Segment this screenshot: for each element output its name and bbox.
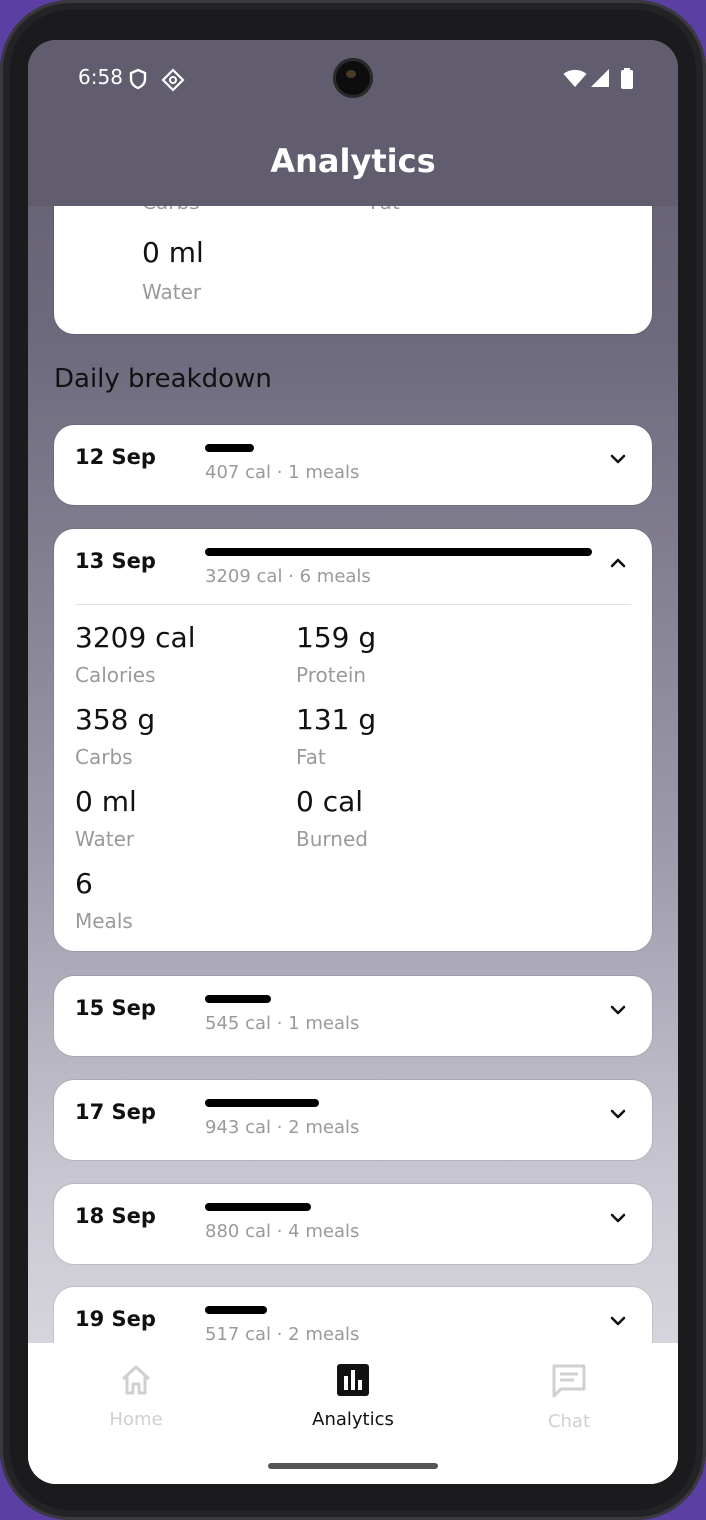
stat-protein-value: 159 g <box>296 621 377 654</box>
stat-fat-label: Fat <box>296 745 326 769</box>
stat-meals-label: Meals <box>75 909 133 933</box>
day-card-header[interactable]: 17 Sep 943 cal · 2 meals <box>54 1080 652 1158</box>
nav-home-label: Home <box>109 1409 163 1430</box>
summary-water-label: Water <box>142 280 202 304</box>
day-card-header[interactable]: 19 Sep 517 cal · 2 meals <box>54 1287 652 1343</box>
day-card[interactable]: 18 Sep 880 cal · 4 meals <box>54 1184 652 1264</box>
status-bar: 6:58 <box>28 40 678 120</box>
chevron-down-icon[interactable] <box>606 1309 630 1333</box>
nav-chat[interactable]: Chat <box>499 1363 639 1432</box>
shield-icon <box>128 68 148 94</box>
day-summary: 407 cal · 1 meals <box>205 462 360 483</box>
bar-chart-icon <box>335 1364 371 1401</box>
day-card[interactable]: 19 Sep 517 cal · 2 meals <box>54 1287 652 1343</box>
app-bar: Analytics <box>28 120 678 206</box>
calorie-bar <box>205 548 592 556</box>
page-title: Analytics <box>270 142 436 180</box>
nav-chat-label: Chat <box>547 1411 591 1432</box>
day-card[interactable]: 12 Sep 407 cal · 1 meals <box>54 425 652 505</box>
chevron-down-icon[interactable] <box>606 998 630 1022</box>
section-title: Daily breakdown <box>54 364 272 394</box>
stat-meals-value: 6 <box>75 867 93 900</box>
chevron-down-icon[interactable] <box>606 1102 630 1126</box>
day-summary: 545 cal · 1 meals <box>205 1013 360 1034</box>
battery-icon <box>620 68 634 94</box>
stat-carbs-value: 358 g <box>75 703 156 736</box>
day-date: 17 Sep <box>75 1100 156 1124</box>
day-card-expanded[interactable]: 13 Sep 3209 cal · 6 meals 3209 cal Calor… <box>54 529 652 951</box>
stat-water-value: 0 ml <box>75 785 137 818</box>
bottom-navigation: Home Analytics Chat <box>28 1343 678 1484</box>
status-time: 6:58 <box>78 65 123 89</box>
stat-burned-value: 0 cal <box>296 785 364 818</box>
screen: 6:58 Analytics Carbs Fat 0 ml Water Dail… <box>28 40 678 1484</box>
home-icon <box>118 1365 154 1401</box>
calorie-bar <box>205 1099 319 1107</box>
cell-signal-icon <box>590 68 610 92</box>
day-date: 15 Sep <box>75 996 156 1020</box>
day-card-header[interactable]: 12 Sep 407 cal · 1 meals <box>54 425 652 503</box>
analytics-scroll-content[interactable]: Carbs Fat 0 ml Water Daily breakdown 12 … <box>28 206 678 1343</box>
wifi-icon <box>563 68 587 92</box>
day-card[interactable]: 17 Sep 943 cal · 2 meals <box>54 1080 652 1160</box>
stat-burned-label: Burned <box>296 827 368 851</box>
nav-analytics-label: Analytics <box>312 1409 394 1430</box>
summary-card: Carbs Fat 0 ml Water <box>54 206 652 334</box>
home-indicator[interactable] <box>268 1463 438 1469</box>
stat-carbs-label: Carbs <box>75 745 133 769</box>
nav-analytics[interactable]: Analytics <box>283 1363 423 1430</box>
chevron-down-icon[interactable] <box>606 447 630 471</box>
stat-fat-value: 131 g <box>296 703 377 736</box>
summary-water-value: 0 ml <box>142 236 204 269</box>
day-date: 13 Sep <box>75 549 156 573</box>
summary-fat-label: Fat <box>370 206 400 214</box>
day-summary: 943 cal · 2 meals <box>205 1117 360 1138</box>
front-camera <box>333 58 373 98</box>
chevron-down-icon[interactable] <box>606 1206 630 1230</box>
calorie-bar <box>205 1306 267 1314</box>
stat-protein-label: Protein <box>296 663 367 687</box>
day-summary: 880 cal · 4 meals <box>205 1221 360 1242</box>
day-date: 19 Sep <box>75 1307 156 1331</box>
stat-water-label: Water <box>75 827 135 851</box>
day-card-header[interactable]: 15 Sep 545 cal · 1 meals <box>54 976 652 1054</box>
chevron-up-icon[interactable] <box>606 551 630 575</box>
day-summary: 517 cal · 2 meals <box>205 1324 360 1343</box>
calorie-bar <box>205 1203 311 1211</box>
nav-home[interactable]: Home <box>66 1363 206 1430</box>
stat-calories-value: 3209 cal <box>75 621 196 654</box>
stat-calories-label: Calories <box>75 663 156 687</box>
day-card-header[interactable]: 13 Sep 3209 cal · 6 meals <box>54 529 652 607</box>
calorie-bar <box>205 995 271 1003</box>
day-card[interactable]: 15 Sep 545 cal · 1 meals <box>54 976 652 1056</box>
day-date: 18 Sep <box>75 1204 156 1228</box>
calorie-bar <box>205 444 254 452</box>
sync-diamond-icon <box>161 68 185 96</box>
summary-carbs-label: Carbs <box>142 206 200 214</box>
divider <box>75 604 631 605</box>
chat-icon <box>551 1364 587 1403</box>
day-card-header[interactable]: 18 Sep 880 cal · 4 meals <box>54 1184 652 1262</box>
day-date: 12 Sep <box>75 445 156 469</box>
day-summary: 3209 cal · 6 meals <box>205 566 371 587</box>
